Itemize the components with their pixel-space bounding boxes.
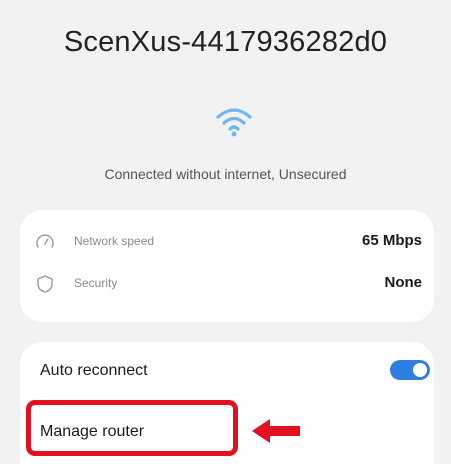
network-speed-row: Network speed 65 Mbps bbox=[20, 222, 434, 262]
security-label: Security bbox=[74, 276, 118, 290]
speedometer-icon bbox=[36, 234, 54, 248]
toggle-knob bbox=[413, 363, 427, 377]
network-title: ScenXus-4417936282d0 bbox=[63, 26, 388, 58]
network-speed-label: Network speed bbox=[74, 234, 155, 248]
auto-reconnect-row[interactable]: Auto reconnect bbox=[20, 360, 434, 392]
shield-icon bbox=[37, 275, 53, 293]
auto-reconnect-toggle[interactable] bbox=[390, 360, 430, 380]
network-speed-value: 65 Mbps bbox=[361, 232, 422, 249]
arrow-left-icon bbox=[252, 419, 300, 443]
connection-status: Connected without internet, Unsecured bbox=[104, 166, 347, 182]
wifi-icon bbox=[216, 108, 252, 137]
security-value: None bbox=[384, 274, 423, 291]
auto-reconnect-label: Auto reconnect bbox=[40, 362, 148, 379]
manage-router-highlight bbox=[26, 400, 238, 456]
network-details-card: Network speed 65 Mbps Security None bbox=[20, 210, 434, 322]
security-row: Security None bbox=[20, 264, 434, 304]
